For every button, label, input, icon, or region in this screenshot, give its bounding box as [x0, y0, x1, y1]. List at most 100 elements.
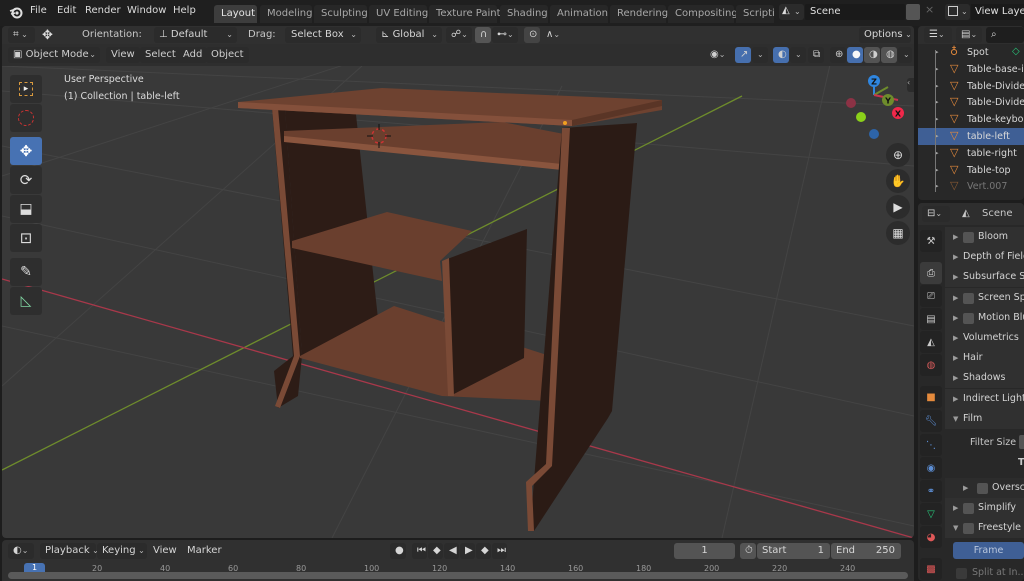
- start-frame-field[interactable]: Start 1: [757, 543, 830, 559]
- display-mode-dropdown[interactable]: ▤⌄: [956, 27, 982, 43]
- panel-enable-checkbox[interactable]: [963, 312, 974, 324]
- menu-window[interactable]: Window: [127, 5, 166, 16]
- tool-cursor[interactable]: [10, 104, 42, 132]
- outliner-item[interactable]: ▸ ▽ table-left: [918, 128, 1024, 145]
- filter-size-field[interactable]: [1019, 435, 1024, 449]
- overlays-dropdown[interactable]: ⌄: [790, 47, 806, 63]
- panel-hair[interactable]: ▶ Hair: [945, 348, 1024, 369]
- freestyle-frame-button[interactable]: Frame: [953, 542, 1024, 559]
- panel-depth-of-field[interactable]: ▶ Depth of Field: [945, 247, 1024, 268]
- editor-type-button[interactable]: ⌗ ⌄: [8, 27, 35, 43]
- tab-output[interactable]: ⎚: [920, 285, 942, 307]
- outliner-item[interactable]: ▸ ▽ Table-top: [918, 162, 1024, 179]
- outliner-item[interactable]: ▸ ♁ Spot ◇: [918, 44, 1024, 61]
- tab-particles[interactable]: ⋱: [920, 434, 942, 456]
- tab-view-layer[interactable]: ▤: [920, 308, 942, 330]
- ortho-toggle-button[interactable]: ▦: [886, 221, 910, 245]
- gizmo-dropdown[interactable]: ⌄: [752, 47, 768, 63]
- panel-enable-checkbox[interactable]: [963, 523, 974, 535]
- panel-shadows[interactable]: ▶ Shadows: [945, 368, 1024, 389]
- outliner-item[interactable]: ▸▽Table-Divider-: [918, 78, 1024, 95]
- outliner-item[interactable]: ▸▽Table-Divider-: [918, 94, 1024, 111]
- transform-orientation-dropdown[interactable]: ⊾ Global ⌄: [376, 27, 442, 43]
- options-dropdown[interactable]: Options ⌄: [859, 27, 912, 43]
- shading-material[interactable]: ◑: [864, 47, 880, 63]
- shading-wireframe[interactable]: ⊕: [830, 47, 846, 63]
- tab-constraints[interactable]: ⚭: [920, 480, 942, 502]
- overscan-subpanel[interactable]: ▶ Oversca: [945, 478, 1024, 498]
- panel-motion-blu[interactable]: ▶ Motion Blu: [945, 307, 1024, 328]
- tab-modeling[interactable]: Modeling: [260, 5, 313, 23]
- scene-selector-button[interactable]: ◭ ⌄: [779, 4, 804, 20]
- light-data-icon[interactable]: ◇: [1012, 46, 1020, 57]
- timeline-scrollbar[interactable]: [8, 572, 908, 579]
- gizmo-neg-x[interactable]: [846, 98, 856, 108]
- outliner-editor-type-button[interactable]: ☰⌄: [924, 27, 952, 43]
- menu-select[interactable]: Select: [140, 47, 181, 63]
- tab-rendering[interactable]: Rendering: [610, 5, 668, 23]
- gizmo-toggle[interactable]: ↗: [735, 47, 751, 63]
- outliner-item[interactable]: ▸ ▽ Vert.007: [918, 178, 1024, 195]
- tab-sculpting[interactable]: Sculpting: [314, 5, 368, 23]
- current-frame-field[interactable]: 1: [674, 543, 735, 559]
- outliner-search-field[interactable]: ⌕: [986, 27, 1024, 43]
- tool-scale[interactable]: ⬓: [10, 195, 42, 223]
- menu-playback[interactable]: Playback ⌄: [40, 543, 99, 559]
- shading-solid[interactable]: ●: [847, 47, 863, 63]
- panel-enable-checkbox[interactable]: [963, 232, 974, 243]
- delete-scene-icon[interactable]: ×: [925, 3, 934, 16]
- overscan-checkbox[interactable]: [977, 483, 988, 494]
- tab-render[interactable]: ⎙: [920, 262, 942, 284]
- xray-toggle[interactable]: ⧉: [808, 47, 824, 63]
- tab-layout[interactable]: Layout: [214, 5, 257, 23]
- jump-start-button[interactable]: ⏮: [412, 543, 427, 559]
- drag-dropdown[interactable]: Select Box ⌄: [285, 27, 361, 43]
- menu-view[interactable]: View: [106, 47, 140, 63]
- 3d-viewport[interactable]: Z Y X ⌗ ⌄ ✥ Orientation: ⊥ Default ⌄ Dra…: [2, 26, 914, 538]
- tool-annotate[interactable]: ✎: [10, 258, 42, 286]
- sidebar-toggle-icon[interactable]: ‹: [907, 78, 914, 92]
- menu-view[interactable]: View: [148, 543, 182, 559]
- tab-modifiers[interactable]: 🔧︎: [920, 410, 942, 432]
- tool-transform[interactable]: ⊡: [10, 224, 42, 252]
- menu-edit[interactable]: Edit: [57, 5, 76, 16]
- menu-add[interactable]: Add: [178, 47, 208, 63]
- tab-object[interactable]: ■: [920, 386, 942, 408]
- split-at-checkbox[interactable]: [956, 568, 967, 579]
- tool-rotate[interactable]: ⟳: [10, 166, 42, 194]
- panel-bloom[interactable]: ▶ Bloom: [945, 227, 1024, 247]
- shading-dropdown[interactable]: ⌄: [898, 47, 912, 63]
- tab-tool[interactable]: ⚒: [920, 230, 942, 252]
- next-keyframe-button[interactable]: ◆: [476, 543, 491, 559]
- panel-enable-checkbox[interactable]: [963, 292, 974, 304]
- tool-move[interactable]: ✥: [10, 137, 42, 165]
- play-reverse-button[interactable]: ◀: [444, 543, 459, 559]
- tab-material[interactable]: ◕: [920, 526, 942, 548]
- gizmo-neg-z[interactable]: [869, 129, 879, 139]
- falloff-dropdown[interactable]: ∧⌄: [541, 27, 567, 43]
- gizmo-neg-y[interactable]: [856, 112, 866, 122]
- record-button[interactable]: ●: [390, 543, 406, 559]
- scene-name-field[interactable]: Scene: [805, 4, 905, 20]
- tab-data[interactable]: ▽: [920, 503, 942, 525]
- tab-uv-editing[interactable]: UV Editing: [369, 5, 428, 23]
- end-frame-field[interactable]: End 250: [831, 543, 901, 559]
- tab-scene[interactable]: ◭: [920, 331, 942, 353]
- proportional-edit-toggle[interactable]: ⊙: [524, 27, 540, 43]
- pivot-point-dropdown[interactable]: ☍⌄: [446, 27, 472, 43]
- outliner-item[interactable]: ▸▽Table-base-inn: [918, 61, 1024, 78]
- panel-freestyle[interactable]: ▼ Freestyle: [945, 518, 1024, 539]
- snap-toggle[interactable]: ∩: [475, 27, 491, 43]
- blender-logo-icon[interactable]: [9, 5, 23, 19]
- table-model[interactable]: [238, 88, 662, 531]
- zoom-view-button[interactable]: ⊕: [886, 143, 910, 167]
- tab-world[interactable]: ◍: [920, 354, 942, 376]
- tab-texture[interactable]: ▩: [920, 558, 942, 580]
- new-scene-icon[interactable]: [906, 4, 920, 20]
- menu-render[interactable]: Render: [85, 5, 121, 16]
- panel-film[interactable]: ▼ Film: [945, 408, 1024, 429]
- menu-keying[interactable]: Keying ⌄: [97, 543, 147, 559]
- snap-target-dropdown[interactable]: ⊷⌄: [492, 27, 518, 43]
- use-preview-range-toggle[interactable]: ⏱: [740, 543, 756, 559]
- camera-view-button[interactable]: ▶: [886, 195, 910, 219]
